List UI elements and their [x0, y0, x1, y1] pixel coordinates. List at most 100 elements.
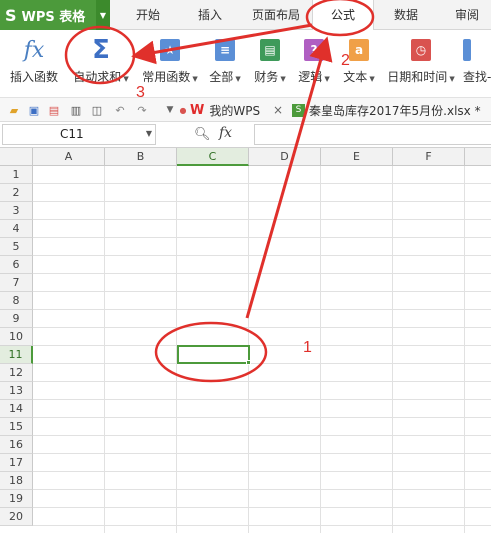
formula-bar: C11 ▼ 🔍︎ fx: [0, 122, 491, 148]
autosum-button[interactable]: Σ 自动求和 ▼: [70, 34, 132, 94]
close-tab-icon[interactable]: ×: [273, 98, 283, 122]
grid-row-line: [33, 291, 491, 292]
grid-row-line: [33, 255, 491, 256]
tab-home[interactable]: 开始: [136, 0, 160, 30]
grid-row-line: [33, 273, 491, 274]
grid-row-line: [33, 399, 491, 400]
tab-formulas[interactable]: 公式: [312, 0, 374, 31]
tab-workbook[interactable]: S 秦皇岛库存2017年5月份.xlsx *: [292, 98, 481, 122]
zoom-icon[interactable]: 🔍︎: [194, 127, 211, 142]
undo-icon[interactable]: ↶: [112, 102, 128, 118]
grid-row-line: [33, 309, 491, 310]
active-cell[interactable]: [177, 345, 251, 365]
question-book-icon: ?: [300, 36, 328, 64]
grid-row-line: [33, 507, 491, 508]
insert-function-button[interactable]: fx 插入函数: [6, 34, 62, 94]
grid-row-line: [33, 219, 491, 220]
print-preview-icon[interactable]: ◫: [89, 102, 105, 118]
column-header-f[interactable]: F: [393, 148, 465, 166]
grid-column-line: [320, 166, 321, 533]
step-number-3: 3: [136, 84, 145, 101]
name-box[interactable]: C11 ▼: [2, 124, 156, 145]
row-header-18[interactable]: 18: [0, 472, 33, 490]
grid-row-line: [33, 417, 491, 418]
tab-review[interactable]: 审阅: [455, 0, 479, 30]
row-header-2[interactable]: 2: [0, 184, 33, 202]
common-functions-button[interactable]: ★ 常用函数 ▼: [140, 34, 200, 94]
column-header-partial[interactable]: [465, 148, 491, 166]
grid-column-line: [392, 166, 393, 533]
grid-row-line: [33, 525, 491, 526]
tab-data[interactable]: 数据: [394, 0, 418, 30]
datetime-functions-button[interactable]: ◷ 日期和时间 ▼: [385, 34, 457, 94]
row-header-20[interactable]: 20: [0, 508, 33, 526]
grid-row-line: [33, 237, 491, 238]
spreadsheet-icon: S: [292, 103, 305, 117]
tab-page-layout[interactable]: 页面布局: [252, 0, 300, 30]
row-header-8[interactable]: 8: [0, 292, 33, 310]
grid-row-line: [33, 435, 491, 436]
row-header-16[interactable]: 16: [0, 436, 33, 454]
open-folder-icon[interactable]: ▰: [6, 102, 22, 118]
grid-row-line: [33, 453, 491, 454]
fx-icon[interactable]: fx: [219, 125, 232, 141]
column-header-d[interactable]: D: [249, 148, 321, 166]
row-header-3[interactable]: 3: [0, 202, 33, 220]
logic-functions-button[interactable]: ? 逻辑 ▼: [296, 34, 332, 94]
redo-icon[interactable]: ↷: [134, 102, 150, 118]
ribbon-tab-bar: S WPS 表格 ▼ 开始 插入 页面布局 公式 数据 审阅: [0, 0, 491, 31]
formulas-ribbon: fx 插入函数 Σ 自动求和 ▼ ★ 常用函数 ▼ ≡ 全部 ▼ ▤ 财务 ▼ ? 逻辑…: [0, 30, 491, 98]
column-header-b[interactable]: B: [105, 148, 177, 166]
wps-logo: S: [5, 5, 17, 25]
row-header-4[interactable]: 4: [0, 220, 33, 238]
grid-row-line: [33, 381, 491, 382]
wps-w-icon: W: [190, 102, 205, 118]
export-pdf-icon[interactable]: ▤: [46, 102, 62, 118]
grid-row-line: [33, 363, 491, 364]
grid-row-line: [33, 345, 491, 346]
grid-row-line: [33, 201, 491, 202]
ledger-icon: ▤: [256, 36, 284, 64]
formula-input[interactable]: [254, 124, 491, 145]
row-header-19[interactable]: 19: [0, 490, 33, 508]
all-functions-button[interactable]: ≡ 全部 ▼: [207, 34, 243, 94]
save-icon[interactable]: ▣: [26, 102, 42, 118]
book-icon: ≡: [211, 36, 239, 64]
fill-handle[interactable]: [246, 360, 251, 365]
chevron-down-icon[interactable]: ▼: [96, 0, 110, 30]
grid-column-line: [104, 166, 105, 533]
spreadsheet-grid[interactable]: ABCDEF 1 2 3 4 5 6 7 8 9 10 11 12 13 14 15 16 17 18 19 20: [0, 148, 491, 533]
finance-functions-button[interactable]: ▤ 财务 ▼: [252, 34, 288, 94]
star-book-icon: ★: [156, 36, 184, 64]
row-header-5[interactable]: 5: [0, 238, 33, 256]
clock-book-icon: ◷: [407, 36, 435, 64]
row-header-1[interactable]: 1: [0, 166, 33, 184]
column-header-c[interactable]: C: [177, 148, 249, 166]
app-menu-button[interactable]: S WPS 表格 ▼: [0, 0, 110, 30]
tab-insert[interactable]: 插入: [198, 0, 222, 30]
row-header-11[interactable]: 11: [0, 346, 33, 364]
sigma-icon: Σ: [92, 35, 110, 65]
row-header-13[interactable]: 13: [0, 382, 33, 400]
grid-row-line: [33, 471, 491, 472]
grid-row-line: [33, 489, 491, 490]
pin-icon: ●: [179, 105, 187, 115]
step-number-2: 2: [341, 52, 350, 69]
row-header-12[interactable]: 12: [0, 364, 33, 382]
row-header-14[interactable]: 14: [0, 400, 33, 418]
row-header-10[interactable]: 10: [0, 328, 33, 346]
column-header-a[interactable]: A: [33, 148, 105, 166]
column-header-e[interactable]: E: [321, 148, 393, 166]
print-icon[interactable]: ▥: [68, 102, 84, 118]
row-header-17[interactable]: 17: [0, 454, 33, 472]
row-header-15[interactable]: 15: [0, 418, 33, 436]
chevron-down-icon[interactable]: ▼: [146, 129, 152, 138]
row-header-7[interactable]: 7: [0, 274, 33, 292]
grid-row-line: [33, 183, 491, 184]
tab-my-wps[interactable]: W 我的WPS: [190, 98, 260, 122]
lookup-functions-button[interactable]: 查找-: [463, 34, 491, 94]
row-header-6[interactable]: 6: [0, 256, 33, 274]
app-name: WPS 表格: [21, 9, 86, 25]
select-all-corner[interactable]: [0, 148, 33, 166]
row-header-9[interactable]: 9: [0, 310, 33, 328]
